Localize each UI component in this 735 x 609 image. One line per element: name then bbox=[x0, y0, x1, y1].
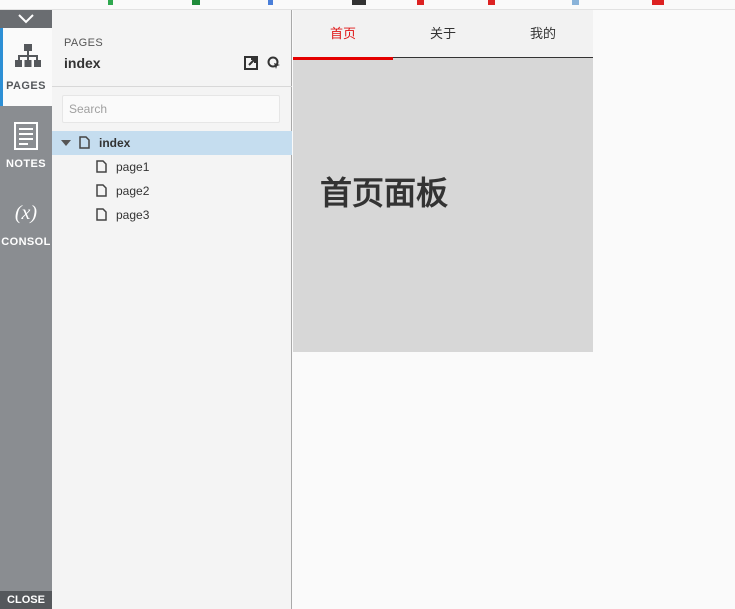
tree-item-page3[interactable]: page3 bbox=[52, 203, 292, 227]
home-panel-title: 首页面板 bbox=[320, 175, 449, 211]
rail-tab-label: NOTES bbox=[6, 158, 46, 170]
tree-item-label: index bbox=[99, 136, 131, 150]
open-in-new-icon[interactable] bbox=[244, 56, 258, 70]
prototype-canvas: 首页 关于 我的 首页面板 bbox=[293, 10, 593, 352]
close-button[interactable]: CLOSE bbox=[0, 591, 52, 609]
tree-item-page1[interactable]: page1 bbox=[52, 155, 292, 179]
tree-item-page2[interactable]: page2 bbox=[52, 179, 292, 203]
tree-item-label: page3 bbox=[116, 208, 150, 222]
collapse-toggle[interactable] bbox=[0, 10, 52, 28]
tab-about[interactable]: 关于 bbox=[393, 10, 493, 58]
variable-x-icon: (x) bbox=[15, 202, 38, 224]
current-page-title: index bbox=[64, 55, 101, 71]
tab-bar: 首页 关于 我的 bbox=[293, 10, 593, 60]
sitemap-icon bbox=[14, 44, 41, 67]
expand-caret-icon[interactable] bbox=[61, 140, 71, 146]
tree-item-label: page2 bbox=[116, 184, 150, 198]
svg-text:(x): (x) bbox=[15, 202, 38, 224]
locate-page-icon[interactable] bbox=[267, 56, 281, 70]
page-icon bbox=[96, 208, 107, 221]
tree-item-label: page1 bbox=[116, 160, 150, 174]
browser-top-strip bbox=[0, 0, 735, 10]
pages-panel: PAGES index index page1 page2 page3 bbox=[52, 10, 292, 609]
panel-divider bbox=[52, 86, 292, 87]
page-icon bbox=[79, 136, 90, 149]
page-icon bbox=[96, 160, 107, 173]
notes-icon bbox=[14, 122, 38, 150]
tab-home[interactable]: 首页 bbox=[293, 10, 393, 60]
rail-tab-label: CONSOL bbox=[1, 236, 51, 248]
page-icon bbox=[96, 184, 107, 197]
rail-tab-label: PAGES bbox=[6, 80, 46, 92]
chevron-down-icon bbox=[18, 14, 34, 24]
rail-tab-pages[interactable]: PAGES bbox=[0, 28, 52, 106]
rail-tab-notes[interactable]: NOTES bbox=[0, 106, 52, 184]
panel-header-label: PAGES bbox=[64, 37, 104, 49]
prototype-viewer: PAGES NOTES (x) CONSOL CLOSE PAGES index bbox=[0, 0, 735, 609]
tree-item-index[interactable]: index bbox=[52, 131, 292, 155]
rail-tab-console[interactable]: (x) CONSOL bbox=[0, 184, 52, 262]
tab-mine[interactable]: 我的 bbox=[493, 10, 593, 58]
page-search-input[interactable] bbox=[62, 95, 280, 123]
sidebar-rail: PAGES NOTES (x) CONSOL CLOSE bbox=[0, 10, 52, 609]
